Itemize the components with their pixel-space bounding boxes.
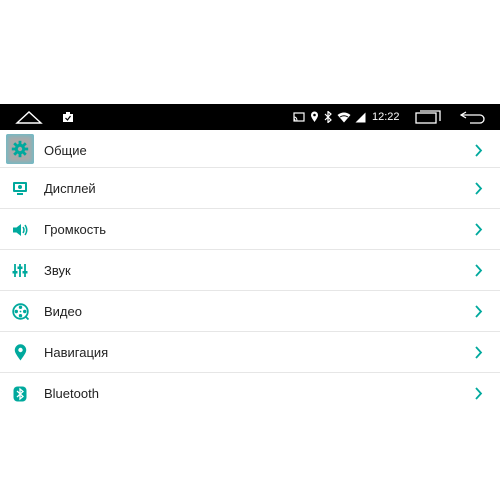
settings-item-label: Звук (44, 263, 71, 278)
location-pin-icon (7, 336, 33, 369)
chevron-right-icon (475, 346, 483, 359)
settings-item-label: Bluetooth (44, 386, 99, 401)
settings-item-sound[interactable]: Звук (0, 250, 500, 291)
settings-item-label: Громкость (44, 222, 106, 237)
video-reel-icon (7, 295, 33, 328)
volume-icon (7, 213, 33, 246)
settings-item-volume[interactable]: Громкость (0, 209, 500, 250)
chevron-right-icon (475, 144, 483, 157)
chevron-right-icon (475, 387, 483, 400)
settings-item-navigation[interactable]: Навигация (0, 332, 500, 373)
chevron-right-icon (475, 182, 483, 195)
bluetooth-icon (7, 377, 33, 410)
settings-item-bluetooth[interactable]: Bluetooth (0, 373, 500, 414)
settings-item-label: Общие (44, 143, 87, 158)
chevron-right-icon (475, 305, 483, 318)
gear-icon (6, 134, 34, 164)
settings-item-display[interactable]: Дисплей (0, 168, 500, 209)
equalizer-icon (7, 254, 33, 287)
chevron-right-icon (475, 223, 483, 236)
chevron-right-icon (475, 264, 483, 277)
settings-item-video[interactable]: Видео (0, 291, 500, 332)
settings-item-label: Видео (44, 304, 82, 319)
display-icon (7, 172, 33, 205)
settings-item-general[interactable]: Общие (0, 130, 500, 168)
settings-item-label: Дисплей (44, 181, 96, 196)
settings-item-label: Навигация (44, 345, 109, 360)
settings-list: Общие Дисплей Громкость Звук Видео Навиг… (0, 122, 500, 414)
